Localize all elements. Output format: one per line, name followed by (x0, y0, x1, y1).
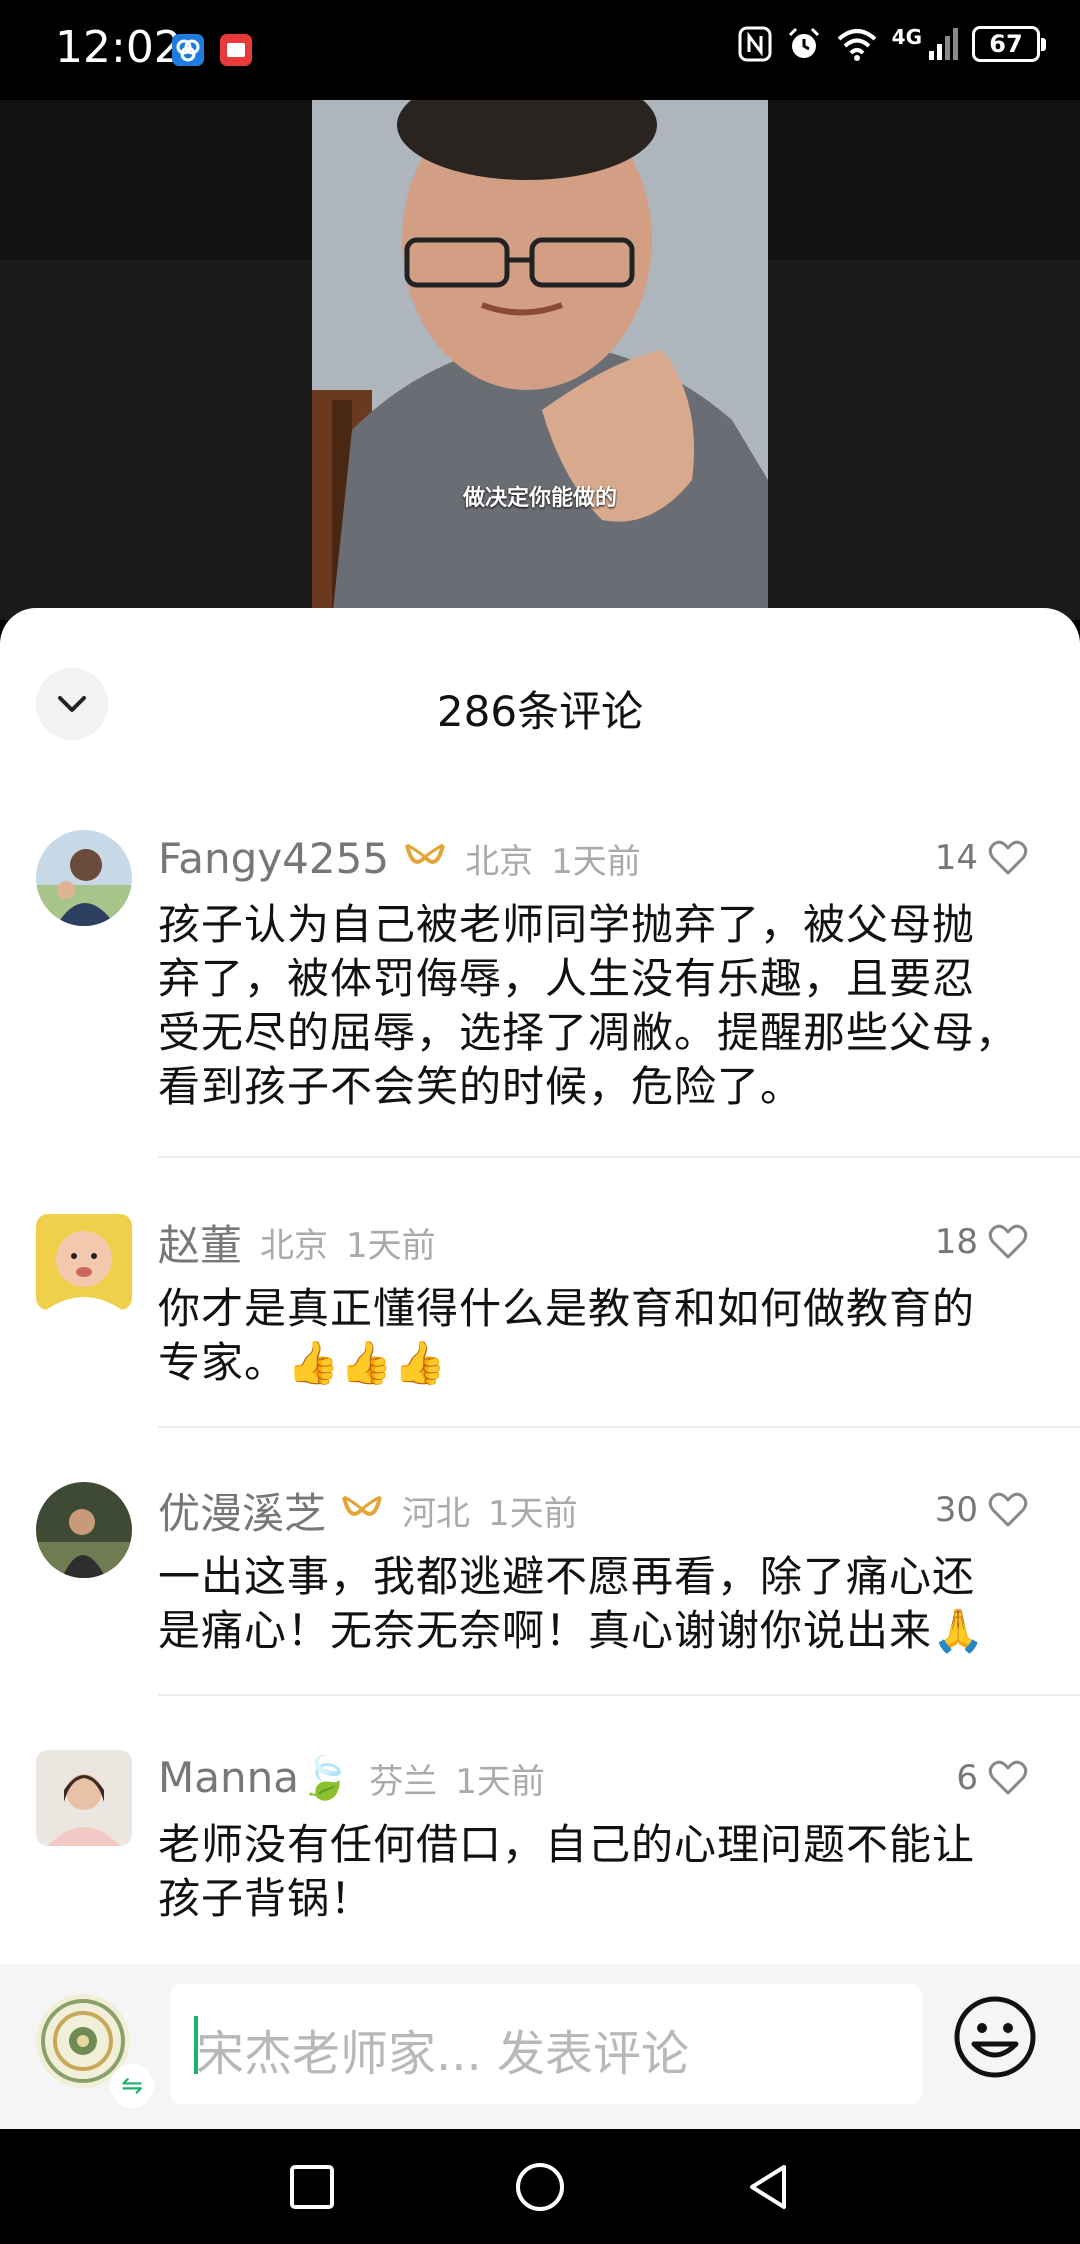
heart-icon (988, 1760, 1028, 1795)
like-button[interactable]: 18 (935, 1222, 1028, 1262)
smiley-icon (954, 1996, 1036, 2078)
comment-line: 孩子认为自己被老师同学抛弃了，被父母抛 (158, 900, 976, 949)
like-count: 18 (934, 1222, 978, 1262)
comment-author[interactable]: Manna🍃 (158, 1753, 351, 1803)
like-count: 30 (934, 1490, 978, 1530)
comment-line: 弃了，被体罚侮辱，人生没有乐趣，且要忍 (158, 954, 976, 1003)
comment-line: 一出这事，我都逃避不愿再看，除了痛心还 (158, 1552, 976, 1601)
like-button[interactable]: 6 (956, 1758, 1028, 1798)
recent-apps-icon[interactable] (284, 2159, 340, 2215)
comment-location: 芬兰 (369, 1761, 438, 1802)
comment-time: 1天前 (455, 1761, 545, 1802)
system-navigation-bar (0, 2129, 1080, 2244)
like-count: 14 (934, 838, 978, 878)
comment-time: 1天前 (551, 841, 641, 882)
comment-location: 北京 (260, 1225, 329, 1266)
battery-icon: 67 (972, 26, 1046, 62)
status-indicators: 4G 67 (738, 25, 1046, 62)
comment-text: 孩子认为自己被老师同学抛弃了，被父母抛 弃了，被体罚侮辱，人生没有乐趣，且要忍 … (158, 898, 1038, 1114)
comment-line: 受无尽的屈辱，选择了凋敝。提醒那些父母， (158, 1008, 1019, 1057)
network-type: 4G (891, 25, 922, 49)
divider (158, 1156, 1080, 1158)
home-icon[interactable] (512, 2159, 568, 2215)
video-player[interactable]: 做决定你能做的 (0, 100, 1080, 620)
comment-text: 你才是真正懂得什么是教育和如何做教育的 专家。👍👍👍 (158, 1282, 1038, 1390)
comment-line: 是痛心！无奈无奈啊！真心谢谢你说出来🙏 (158, 1606, 986, 1655)
comment-header: Fangy4255 北京 1天前 (158, 830, 641, 886)
comment-time: 1天前 (346, 1225, 436, 1266)
comment-line: 孩子背锅！ (158, 1874, 374, 1923)
video-caption: 做决定你能做的 (462, 486, 617, 511)
status-bar: 12:02 4G 67 (0, 0, 1080, 100)
comment-line: 老师没有任何借口，自己的心理问题不能让 (158, 1820, 976, 1869)
alarm-icon (788, 27, 819, 58)
nfc-icon (738, 26, 772, 62)
avatar[interactable] (36, 1750, 132, 1846)
comment-input[interactable]: 宋杰老师家... 发表评论 (170, 1984, 922, 2104)
app-notification-icon (172, 34, 204, 66)
message-notification-icon (220, 34, 252, 66)
comment-location: 北京 (465, 841, 534, 882)
like-button[interactable]: 14 (935, 838, 1028, 878)
comments-sheet: 286条评论 Fangy4255 北京 1天前 14 孩子认为自己被老师同学抛弃… (0, 608, 1080, 1964)
badge-icon (340, 1493, 384, 1527)
video-frame[interactable]: 做决定你能做的 (312, 100, 768, 620)
comment-author[interactable]: Fangy4255 (158, 834, 389, 883)
comment-line: 看到孩子不会笑的时候，危险了。 (158, 1062, 804, 1111)
like-button[interactable]: 30 (935, 1490, 1028, 1530)
wifi-icon (837, 29, 876, 61)
avatar[interactable] (36, 830, 132, 926)
emoji-button[interactable] (952, 1994, 1038, 2080)
switch-account-icon[interactable]: ⇋ (110, 2064, 154, 2108)
heart-icon (988, 840, 1028, 875)
comments-title: 286条评论 (436, 687, 644, 736)
comment-line: 你才是真正懂得什么是教育和如何做教育的 (158, 1284, 976, 1333)
avatar[interactable] (36, 1482, 132, 1578)
comment-header: 赵董 北京 1天前 (158, 1214, 436, 1270)
comment-header: Manna🍃 芬兰 1天前 (158, 1750, 545, 1806)
comment-line: 专家。👍👍👍 (158, 1338, 447, 1387)
divider (158, 1426, 1080, 1428)
comment-author[interactable]: 优漫溪芝 (158, 1480, 326, 1541)
comment-author[interactable]: 赵董 (158, 1212, 242, 1273)
comment-input-placeholder: 宋杰老师家... 发表评论 (196, 2026, 690, 2082)
heart-icon (988, 1224, 1028, 1259)
signal-icon (929, 28, 958, 60)
comment-location: 河北 (402, 1493, 471, 1534)
avatar[interactable] (36, 1214, 132, 1310)
comment-text: 老师没有任何借口，自己的心理问题不能让 孩子背锅！ (158, 1818, 1038, 1926)
divider (158, 1694, 1080, 1696)
heart-icon (988, 1492, 1028, 1527)
back-icon[interactable] (740, 2159, 796, 2215)
like-count: 6 (956, 1758, 978, 1798)
comment-header: 优漫溪芝 河北 1天前 (158, 1482, 578, 1538)
video-person-image (312, 100, 768, 620)
status-time: 12:02 (55, 22, 182, 73)
badge-icon (403, 841, 447, 875)
comment-input-bar: ⇋ 宋杰老师家... 发表评论 (0, 1964, 1080, 2129)
comment-text: 一出这事，我都逃避不愿再看，除了痛心还 是痛心！无奈无奈啊！真心谢谢你说出来🙏 (158, 1550, 1038, 1658)
comment-time: 1天前 (488, 1493, 578, 1534)
